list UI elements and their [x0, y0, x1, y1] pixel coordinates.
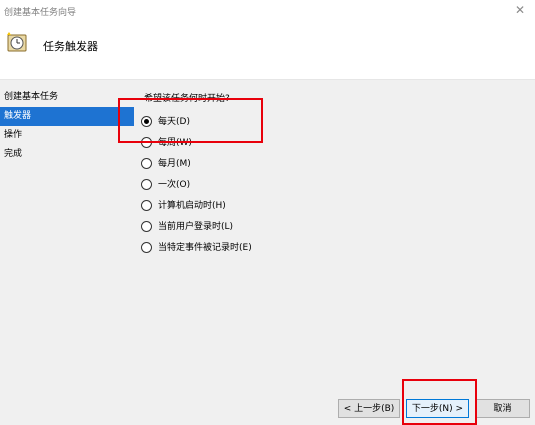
- radio-user-logon[interactable]: [141, 221, 152, 232]
- option-user-logon[interactable]: 当前用户登录时(L): [141, 216, 252, 237]
- window-title: 创建基本任务向导: [4, 8, 77, 18]
- wizard-header: 任务触发器: [0, 22, 535, 79]
- option-label: 每月(M): [158, 158, 191, 169]
- wizard-body: 创建基本任务 触发器 操作 完成 希望该任务何时开始? 每天(D) 每周(W) …: [0, 80, 535, 391]
- task-scheduler-icon: [7, 32, 27, 52]
- trigger-question: 希望该任务何时开始?: [144, 94, 230, 104]
- radio-daily[interactable]: [141, 116, 152, 127]
- radio-monthly[interactable]: [141, 158, 152, 169]
- option-once[interactable]: 一次(O): [141, 174, 252, 195]
- option-event-logged[interactable]: 当特定事件被记录时(E): [141, 237, 252, 258]
- title-bar: 创建基本任务向导 ✕: [0, 0, 535, 22]
- page-title: 任务触发器: [43, 40, 98, 53]
- radio-weekly[interactable]: [141, 137, 152, 148]
- option-label: 每周(W): [158, 137, 192, 148]
- step-create-basic-task[interactable]: 创建基本任务: [0, 88, 134, 107]
- option-weekly[interactable]: 每周(W): [141, 132, 252, 153]
- option-label: 当特定事件被记录时(E): [158, 242, 252, 253]
- radio-once[interactable]: [141, 179, 152, 190]
- option-label: 每天(D): [158, 116, 190, 127]
- back-button[interactable]: < 上一步(B): [338, 399, 400, 418]
- cancel-button[interactable]: 取消: [475, 399, 530, 418]
- radio-computer-starts[interactable]: [141, 200, 152, 211]
- step-trigger[interactable]: 触发器: [0, 107, 134, 126]
- option-label: 一次(O): [158, 179, 191, 190]
- option-computer-starts[interactable]: 计算机启动时(H): [141, 195, 252, 216]
- radio-event-logged[interactable]: [141, 242, 152, 253]
- step-action[interactable]: 操作: [0, 126, 134, 145]
- option-daily[interactable]: 每天(D): [141, 111, 252, 132]
- option-monthly[interactable]: 每月(M): [141, 153, 252, 174]
- step-finish[interactable]: 完成: [0, 145, 134, 164]
- wizard-steps: 创建基本任务 触发器 操作 完成: [0, 88, 134, 164]
- close-icon[interactable]: ✕: [513, 3, 527, 17]
- next-button[interactable]: 下一步(N) >: [406, 399, 469, 418]
- trigger-options: 每天(D) 每周(W) 每月(M) 一次(O) 计算机启动时(H) 当前用户登录…: [141, 111, 252, 258]
- option-label: 当前用户登录时(L): [158, 221, 234, 232]
- wizard-footer: < 上一步(B) 下一步(N) > 取消: [0, 391, 535, 425]
- option-label: 计算机启动时(H): [158, 200, 226, 211]
